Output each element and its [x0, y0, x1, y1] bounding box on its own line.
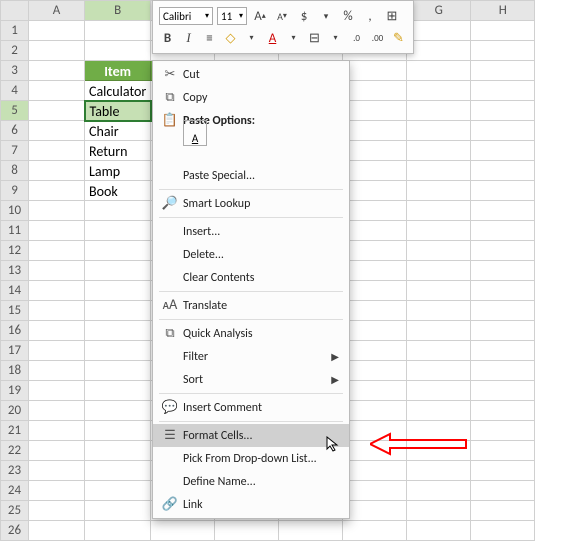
separator: [159, 217, 343, 218]
row-header[interactable]: 6: [1, 121, 29, 141]
row-header[interactable]: 17: [1, 341, 29, 361]
menu-copy[interactable]: ⧉Copy: [153, 86, 349, 109]
cell[interactable]: Chair: [85, 121, 151, 141]
comment-icon: 💬: [157, 400, 183, 415]
menu-quick-analysis[interactable]: ⧉Quick Analysis: [153, 322, 349, 345]
row-header[interactable]: 16: [1, 321, 29, 341]
menu-insert-comment[interactable]: 💬Insert Comment: [153, 396, 349, 419]
col-header-A[interactable]: A: [29, 1, 85, 21]
cell[interactable]: Calculator: [85, 81, 151, 101]
scissors-icon: ✂: [157, 67, 183, 82]
cell[interactable]: Book: [85, 181, 151, 201]
separator: [159, 393, 343, 394]
row-header[interactable]: 20: [1, 401, 29, 421]
col-header-H[interactable]: H: [471, 1, 535, 21]
link-icon: 🔗: [157, 497, 183, 512]
separator: [159, 189, 343, 190]
submenu-arrow-icon: ▶: [331, 373, 339, 386]
context-menu: ✂Cut ⧉Copy 📋Paste Options: Paste Special…: [152, 60, 350, 519]
menu-filter[interactable]: Filter▶: [153, 345, 349, 368]
borders-button[interactable]: ⊞: [383, 7, 401, 25]
menu-format-cells[interactable]: ☰Format Cells...: [153, 424, 349, 447]
row-header[interactable]: 23: [1, 461, 29, 481]
col-header-G[interactable]: G: [407, 1, 471, 21]
menu-clear-contents[interactable]: Clear Contents: [153, 266, 349, 289]
bold-button[interactable]: B: [159, 29, 176, 47]
row-header[interactable]: 4: [1, 81, 29, 101]
separator: [159, 291, 343, 292]
dropdown-icon[interactable]: ▾: [327, 29, 344, 47]
menu-translate[interactable]: 🗚Translate: [153, 294, 349, 317]
row-header[interactable]: 2: [1, 41, 29, 61]
row-header[interactable]: 14: [1, 281, 29, 301]
dropdown-icon[interactable]: ▾: [285, 29, 302, 47]
selected-cell[interactable]: Table: [85, 101, 151, 121]
font-color-button[interactable]: A: [264, 29, 281, 47]
translate-icon: 🗚: [157, 298, 183, 313]
submenu-arrow-icon: ▶: [331, 350, 339, 363]
row-header[interactable]: 5: [1, 101, 29, 121]
select-all-corner[interactable]: [1, 1, 29, 21]
row-header[interactable]: 24: [1, 481, 29, 501]
row-header[interactable]: 19: [1, 381, 29, 401]
menu-define-name[interactable]: Define Name...: [153, 470, 349, 493]
fill-color-button[interactable]: ◇: [222, 29, 239, 47]
row-header[interactable]: 15: [1, 301, 29, 321]
copy-icon: ⧉: [157, 90, 183, 105]
comma-button[interactable]: ,: [361, 7, 379, 25]
row-header[interactable]: 1: [1, 21, 29, 41]
menu-cut[interactable]: ✂Cut: [153, 63, 349, 86]
analysis-icon: ⧉: [157, 326, 183, 341]
merge-button[interactable]: ⊟: [306, 29, 323, 47]
row-header[interactable]: 8: [1, 161, 29, 181]
row-header[interactable]: 11: [1, 221, 29, 241]
cell[interactable]: Lamp: [85, 161, 151, 181]
row-header[interactable]: 10: [1, 201, 29, 221]
table-header-item[interactable]: Item: [85, 61, 151, 81]
menu-paste-special[interactable]: Paste Special...: [153, 164, 349, 187]
row-header[interactable]: 13: [1, 261, 29, 281]
align-button[interactable]: ≡: [201, 29, 218, 47]
dropdown-icon[interactable]: ▾: [317, 7, 335, 25]
font-size-dropdown[interactable]: 11▾: [217, 7, 247, 25]
increase-decimal-button[interactable]: .00: [369, 29, 386, 47]
menu-smart-lookup[interactable]: 🔎Smart Lookup: [153, 192, 349, 215]
row-header[interactable]: 7: [1, 141, 29, 161]
menu-link[interactable]: 🔗Link: [153, 493, 349, 516]
decrease-font-button[interactable]: A▾: [273, 7, 291, 25]
currency-button[interactable]: $: [295, 7, 313, 25]
format-icon: ☰: [157, 428, 183, 443]
clipboard-icon: 📋: [157, 113, 183, 128]
menu-delete[interactable]: Delete...: [153, 243, 349, 266]
font-name-dropdown[interactable]: Calibri▾: [159, 7, 213, 25]
menu-insert[interactable]: Insert...: [153, 220, 349, 243]
italic-button[interactable]: I: [180, 29, 197, 47]
col-header-B[interactable]: B: [85, 1, 151, 21]
menu-sort[interactable]: Sort▶: [153, 368, 349, 391]
decrease-decimal-button[interactable]: .0: [348, 29, 365, 47]
row-header[interactable]: 21: [1, 421, 29, 441]
increase-font-button[interactable]: A▴: [251, 7, 269, 25]
separator: [159, 421, 343, 422]
mini-toolbar: Calibri▾ 11▾ A▴ A▾ $ ▾ % , ⊞ B I ≡ ◇ ▾ A…: [152, 0, 414, 54]
menu-pick-from-list[interactable]: Pick From Drop-down List...: [153, 447, 349, 470]
paste-option-button[interactable]: A: [183, 120, 207, 146]
format-painter-button[interactable]: ✎: [390, 29, 407, 47]
row-header[interactable]: 3: [1, 61, 29, 81]
separator: [159, 319, 343, 320]
cell[interactable]: Return: [85, 141, 151, 161]
row-header[interactable]: 25: [1, 501, 29, 521]
row-header[interactable]: 22: [1, 441, 29, 461]
cursor-icon: [326, 436, 342, 457]
chevron-down-icon: ▾: [239, 11, 243, 21]
row-header[interactable]: 18: [1, 361, 29, 381]
row-header[interactable]: 12: [1, 241, 29, 261]
percent-button[interactable]: %: [339, 7, 357, 25]
dropdown-icon[interactable]: ▾: [243, 29, 260, 47]
annotation-arrow-icon: [370, 432, 470, 456]
chevron-down-icon: ▾: [205, 11, 209, 21]
search-icon: 🔎: [157, 196, 183, 211]
row-header[interactable]: 9: [1, 181, 29, 201]
